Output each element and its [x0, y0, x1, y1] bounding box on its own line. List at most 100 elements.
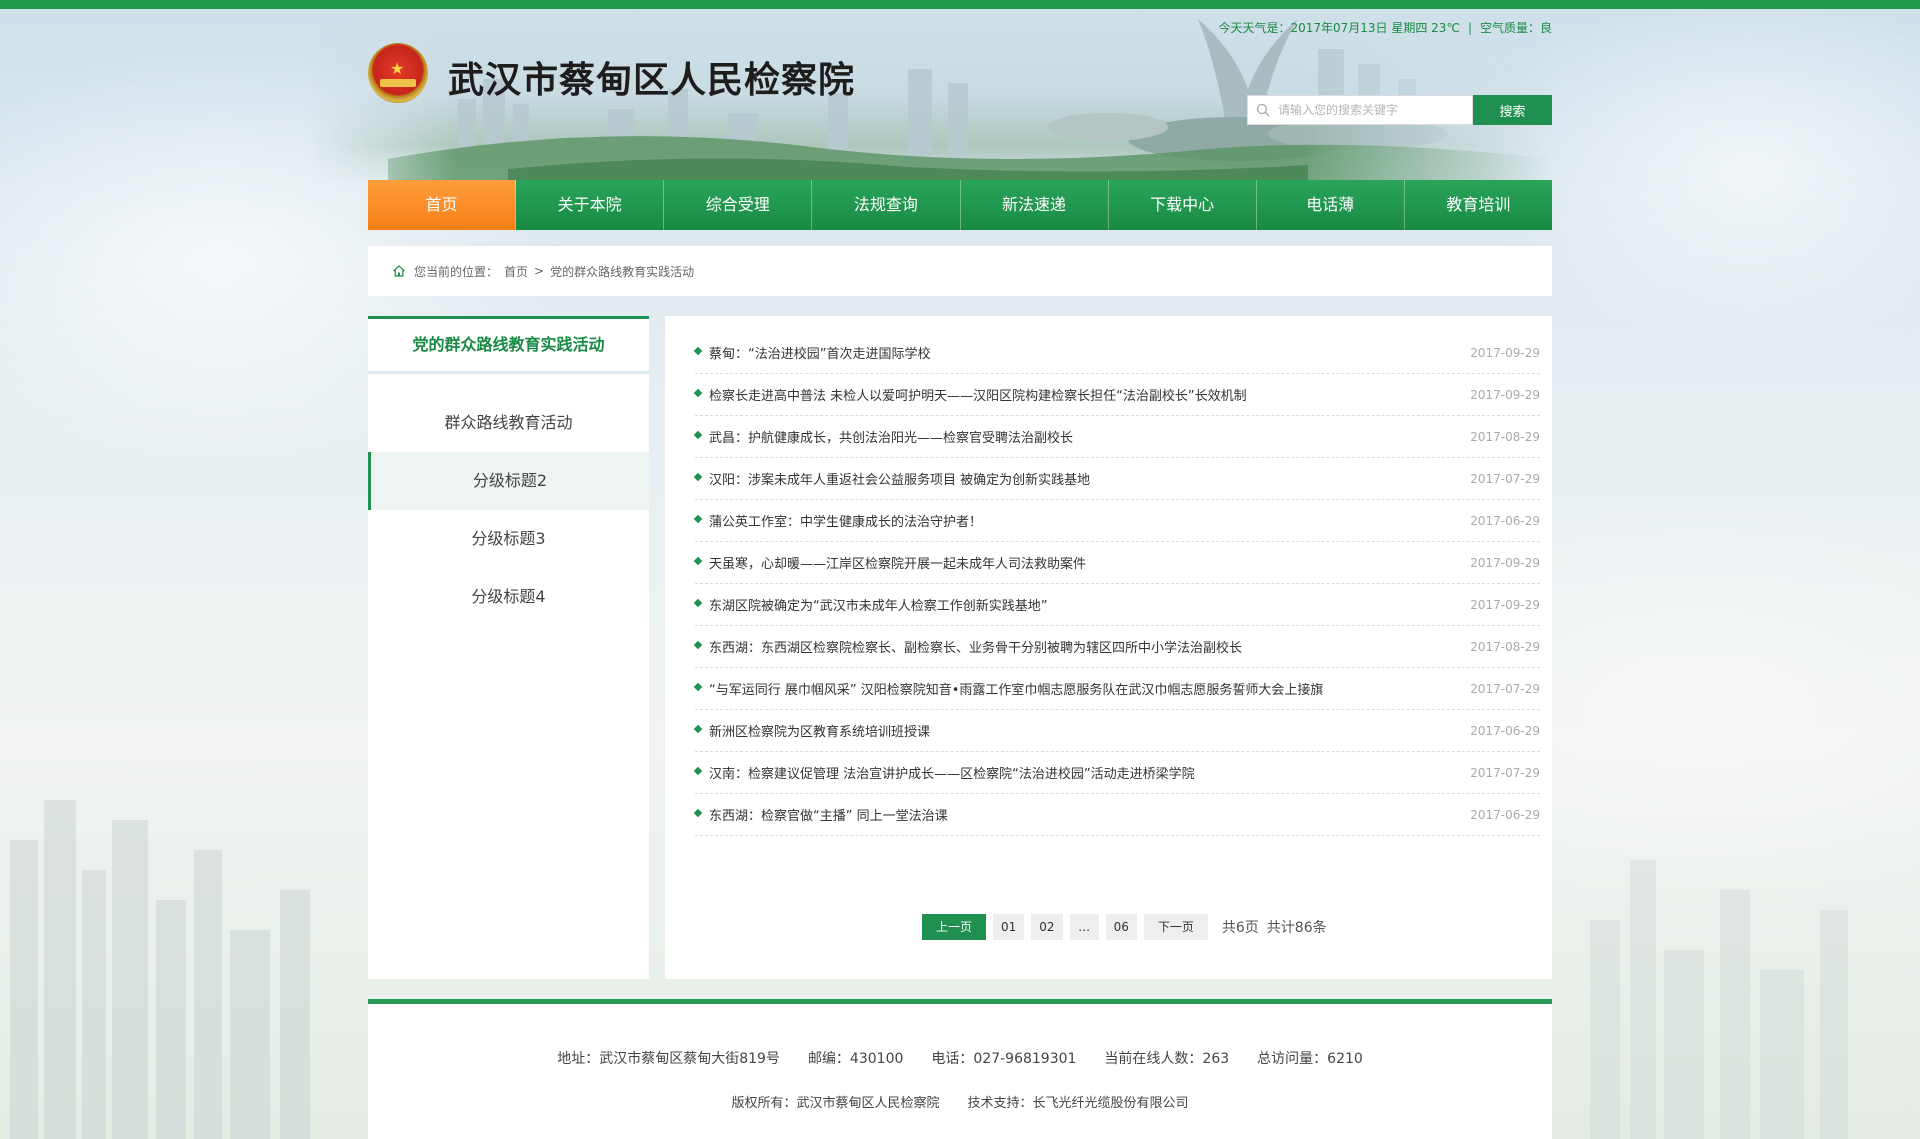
news-title-link[interactable]: 新洲区检察院为区教育系统培训班授课	[709, 721, 930, 740]
site-header: ★ 武汉市蔡甸区人民检察院 今天天气是：2017年07月13日 星期四 23℃ |…	[308, 9, 1552, 180]
nav-item-downloads[interactable]: 下载中心	[1109, 180, 1257, 230]
emblem-base	[380, 79, 416, 87]
news-title-link[interactable]: 武昌：护航健康成长，共创法治阳光——检察官受聘法治副校长	[709, 427, 1073, 446]
news-item[interactable]: 汉阳：涉案未成年人重返社会公益服务项目 被确定为创新实践基地 2017-07-29	[693, 458, 1540, 500]
background-city-left	[10, 800, 310, 1139]
news-title-link[interactable]: 检察长走进高中普法 未检人以爱呵护明天——汉阳区院构建检察长担任“法治副校长”长…	[709, 385, 1247, 404]
top-accent-bar	[0, 0, 1920, 9]
footer-address: 地址：武汉市蔡甸区蔡甸大街819号	[557, 1051, 780, 1067]
news-title-link[interactable]: 东西湖：东西湖区检察院检察长、副检察长、业务骨干分别被聘为辖区四所中小学法治副校…	[709, 637, 1242, 656]
emblem-icon: ★	[368, 43, 428, 103]
page-button-01[interactable]: 01	[993, 914, 1025, 940]
bullet-icon	[693, 808, 703, 818]
news-item[interactable]: 东西湖：检察官做“主播” 同上一堂法治课 2017-06-29	[693, 794, 1540, 836]
news-item[interactable]: 东西湖：东西湖区检察院检察长、副检察长、业务骨干分别被聘为辖区四所中小学法治副校…	[693, 626, 1540, 668]
news-title-link[interactable]: 蔡甸：“法治进校园”首次走进国际学校	[709, 343, 930, 362]
news-title-link[interactable]: 汉阳：涉案未成年人重返社会公益服务项目 被确定为创新实践基地	[709, 469, 1090, 488]
footer-visit-count: 总访问量：6210	[1257, 1051, 1363, 1067]
news-panel: 蔡甸：“法治进校园”首次走进国际学校 2017-09-29 检察长走进高中普法 未检…	[665, 316, 1552, 979]
footer-tech-support: 技术支持：长飞光纤光缆股份有限公司	[967, 1096, 1189, 1111]
news-item[interactable]: 新洲区检察院为区教育系统培训班授课 2017-06-29	[693, 710, 1540, 752]
bullet-icon	[693, 766, 703, 776]
total-pages: 共6页	[1221, 920, 1259, 936]
weather-separator: |	[1467, 21, 1472, 35]
main-nav: 首页 关于本院 综合受理 法规查询 新法速递 下载中心 电话薄 教育培训	[368, 180, 1552, 230]
bullet-icon	[693, 556, 703, 566]
news-date: 2017-07-29	[1470, 471, 1540, 486]
search-box	[1247, 95, 1473, 125]
breadcrumb-home-link[interactable]: 首页	[504, 263, 528, 280]
air-quality-text: 空气质量：良	[1479, 21, 1552, 35]
bullet-icon	[693, 388, 703, 398]
sidebar-item-sub-3[interactable]: 分级标题3	[368, 510, 649, 568]
bullet-icon	[693, 724, 703, 734]
sidebar-item-sub-4[interactable]: 分级标题4	[368, 568, 649, 626]
news-item[interactable]: 蔡甸：“法治进校园”首次走进国际学校 2017-09-29	[693, 332, 1540, 374]
news-item[interactable]: 检察长走进高中普法 未检人以爱呵护明天——汉阳区院构建检察长担任“法治副校长”长…	[693, 374, 1540, 416]
search-button[interactable]: 搜索	[1473, 95, 1552, 125]
weather-text: 今天天气是：2017年07月13日 星期四 23℃	[1218, 21, 1460, 35]
breadcrumb-separator: >	[534, 264, 545, 278]
nav-item-new-laws[interactable]: 新法速递	[961, 180, 1109, 230]
news-item[interactable]: 汉南：检察建议促管理 法治宣讲护成长——区检察院“法治进校园”活动走进桥梁学院 2…	[693, 752, 1540, 794]
background-city-right	[1590, 860, 1848, 1139]
news-date: 2017-07-29	[1470, 681, 1540, 696]
nav-item-acceptance[interactable]: 综合受理	[664, 180, 813, 230]
footer-phone: 电话：027-96819301	[931, 1051, 1077, 1067]
news-item[interactable]: 天虽寒，心却暖——江岸区检察院开展一起未成年人司法救助案件 2017-09-29	[693, 542, 1540, 584]
bullet-icon	[693, 472, 703, 482]
next-page-button[interactable]: 下一页	[1143, 914, 1208, 940]
sidebar: 党的群众路线教育实践活动 群众路线教育活动 分级标题2 分级标题3 分级标题4	[368, 316, 649, 979]
search-icon	[1256, 103, 1270, 117]
nav-item-about[interactable]: 关于本院	[516, 180, 665, 230]
sidebar-item-mass-line[interactable]: 群众路线教育活动	[368, 394, 649, 452]
news-item[interactable]: 武昌：护航健康成长，共创法治阳光——检察官受聘法治副校长 2017-08-29	[693, 416, 1540, 458]
news-item[interactable]: “与军运同行 展巾帼风采” 汉阳检察院知音•雨露工作室巾帼志愿服务队在武汉巾帼志…	[693, 668, 1540, 710]
nav-item-regulations[interactable]: 法规查询	[812, 180, 961, 230]
footer-online-count: 当前在线人数：263	[1104, 1051, 1230, 1067]
nav-item-home[interactable]: 首页	[368, 180, 517, 230]
site-title: 武汉市蔡甸区人民检察院	[448, 59, 856, 101]
news-title-link[interactable]: 汉南：检察建议促管理 法治宣讲护成长——区检察院“法治进校园”活动走进桥梁学院	[709, 763, 1195, 782]
footer-info-line: 地址：武汉市蔡甸区蔡甸大街819号 邮编：430100 电话：027-9681930…	[368, 1048, 1552, 1068]
nav-item-phonebook[interactable]: 电话薄	[1257, 180, 1405, 230]
news-date: 2017-06-29	[1470, 807, 1540, 822]
bullet-icon	[693, 598, 703, 608]
sidebar-heading: 党的群众路线教育实践活动	[368, 316, 649, 374]
news-title-link[interactable]: 东湖区院被确定为“武汉市未成年人检察工作创新实践基地”	[709, 595, 1047, 614]
bullet-icon	[693, 514, 703, 524]
page-ellipsis: …	[1069, 914, 1099, 940]
news-title-link[interactable]: 蒲公英工作室：中学生健康成长的法治守护者！	[709, 511, 982, 530]
news-date: 2017-09-29	[1470, 387, 1540, 402]
news-date: 2017-08-29	[1470, 639, 1540, 654]
prev-page-button[interactable]: 上一页	[922, 914, 987, 940]
sidebar-list: 群众路线教育活动 分级标题2 分级标题3 分级标题4	[368, 394, 649, 626]
page-button-02[interactable]: 02	[1031, 914, 1063, 940]
news-title-link[interactable]: 东西湖：检察官做“主播” 同上一堂法治课	[709, 805, 948, 824]
news-item[interactable]: 东湖区院被确定为“武汉市未成年人检察工作创新实践基地” 2017-09-29	[693, 584, 1540, 626]
bullet-icon	[693, 346, 703, 356]
news-title-link[interactable]: “与军运同行 展巾帼风采” 汉阳检察院知音•雨露工作室巾帼志愿服务队在武汉巾帼志…	[709, 679, 1323, 698]
bullet-icon	[693, 640, 703, 650]
news-date: 2017-07-29	[1470, 765, 1540, 780]
news-date: 2017-09-29	[1470, 345, 1540, 360]
nav-item-education[interactable]: 教育培训	[1405, 180, 1552, 230]
news-title-link[interactable]: 天虽寒，心却暖——江岸区检察院开展一起未成年人司法救助案件	[709, 553, 1086, 572]
breadcrumb-current: 党的群众路线教育实践活动	[550, 264, 695, 279]
bullet-icon	[693, 430, 703, 440]
search-bar: 搜索	[1247, 95, 1552, 125]
search-input[interactable]	[1278, 96, 1468, 124]
breadcrumb: 您当前的位置： 首页 > 党的群众路线教育实践活动	[368, 246, 1552, 296]
footer: 地址：武汉市蔡甸区蔡甸大街819号 邮编：430100 电话：027-9681930…	[368, 999, 1552, 1139]
breadcrumb-prefix: 您当前的位置：	[414, 264, 499, 279]
news-item[interactable]: 蒲公英工作室：中学生健康成长的法治守护者！ 2017-06-29	[693, 500, 1540, 542]
news-list: 蔡甸：“法治进校园”首次走进国际学校 2017-09-29 检察长走进高中普法 未检…	[693, 332, 1540, 836]
page-button-06[interactable]: 06	[1105, 914, 1137, 940]
news-date: 2017-06-29	[1470, 513, 1540, 528]
pagination: 上一页 01 02 … 06 下一页 共6页 共计86条	[922, 914, 1335, 940]
footer-copyright: 版权所有：武汉市蔡甸区人民检察院	[731, 1096, 940, 1111]
news-date: 2017-08-29	[1470, 429, 1540, 444]
footer-copyright-line: 版权所有：武汉市蔡甸区人民检察院 技术支持：长飞光纤光缆股份有限公司	[368, 1092, 1552, 1111]
sidebar-item-sub-2[interactable]: 分级标题2	[368, 452, 649, 510]
bullet-icon	[693, 682, 703, 692]
